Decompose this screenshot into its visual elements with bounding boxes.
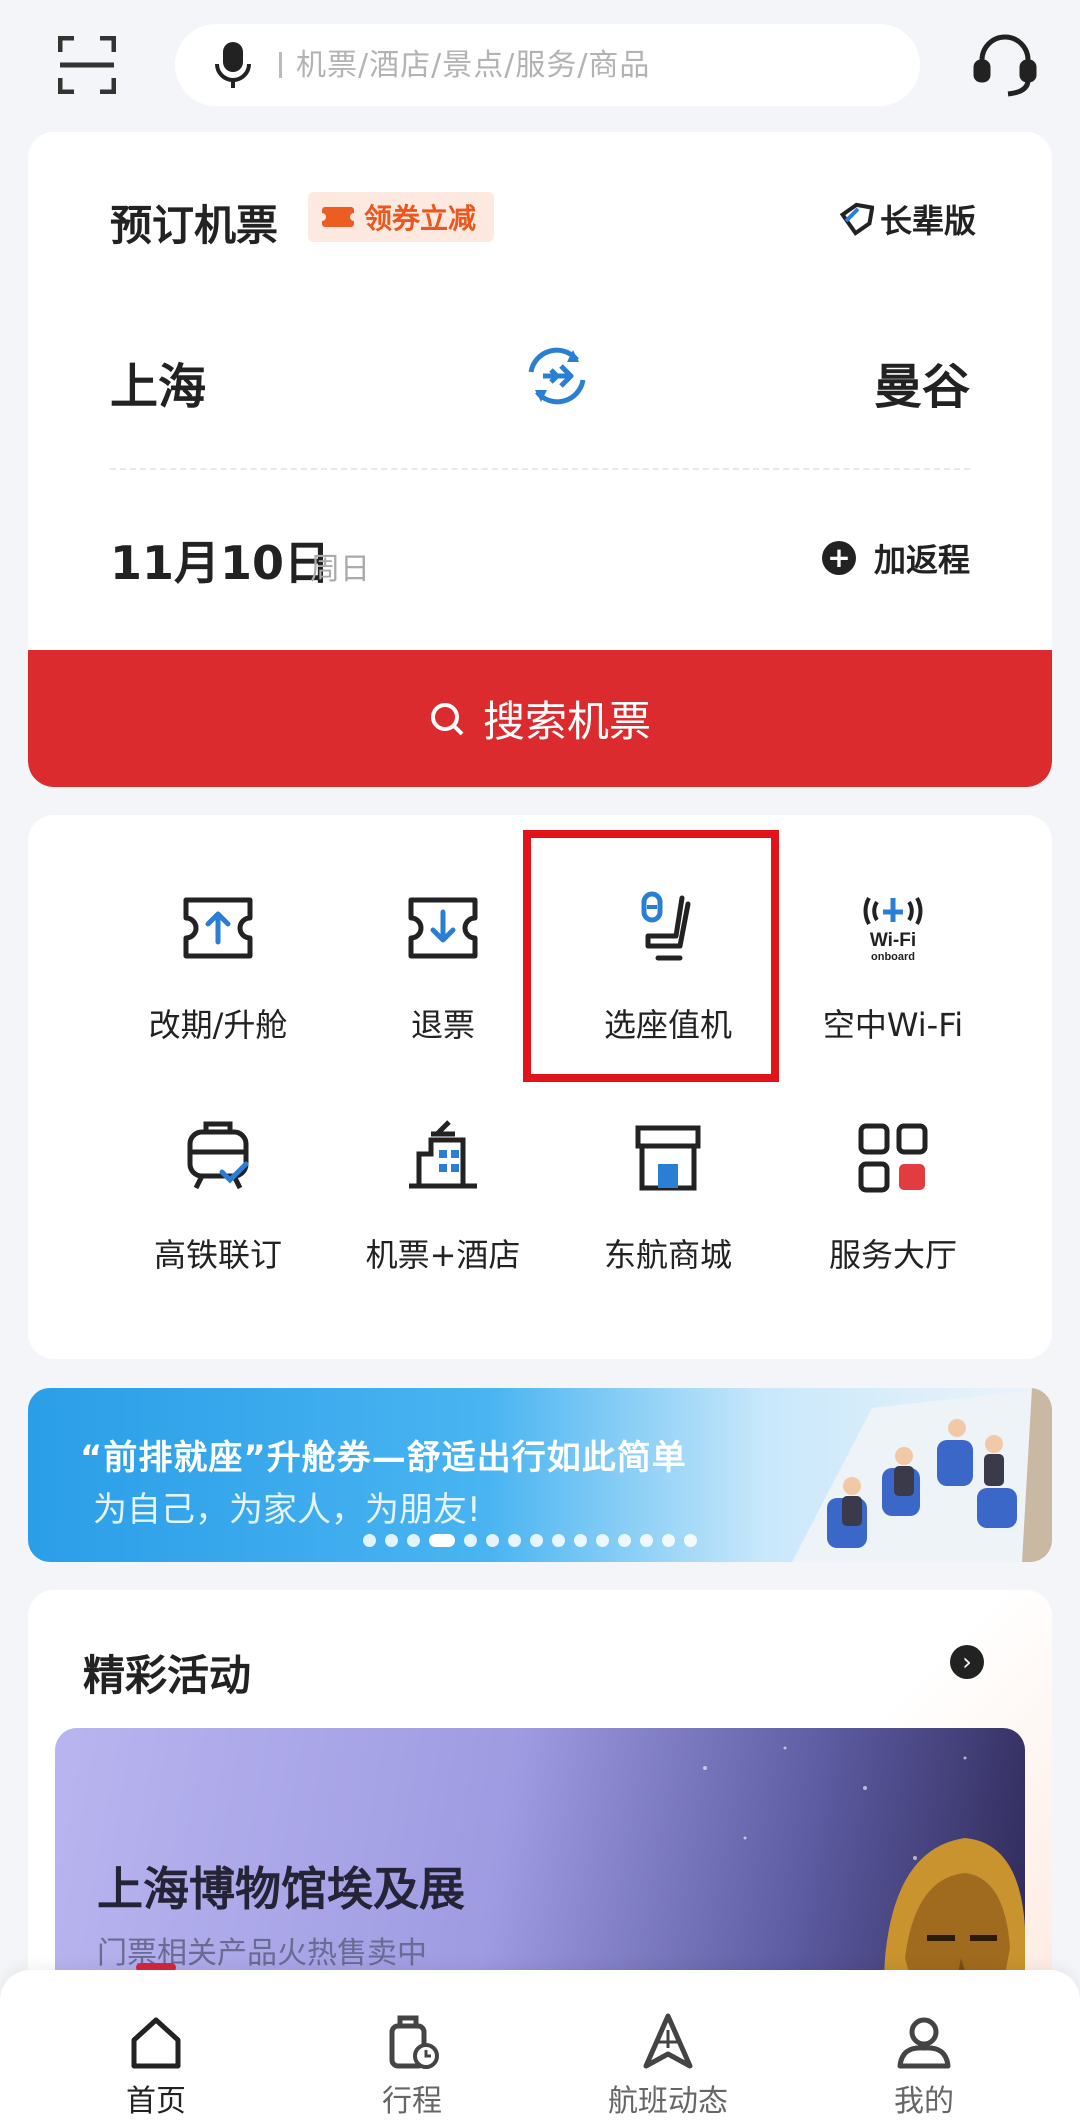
search-icon xyxy=(430,702,464,735)
carousel-dot[interactable] xyxy=(530,1534,543,1547)
nav-flight-status[interactable]: 航班动态 xyxy=(578,2012,758,2120)
service-label: 高铁联订 xyxy=(153,1236,282,1274)
nav-trips[interactable]: 行程 xyxy=(322,2012,502,2120)
carousel-dot[interactable] xyxy=(407,1534,420,1547)
carousel-dot[interactable] xyxy=(640,1534,653,1547)
swap-cities-icon[interactable] xyxy=(523,342,591,410)
service-wifi[interactable]: Wi-Fi onboard 空中Wi-Fi xyxy=(783,890,1003,1046)
activities-title: 精彩活动 xyxy=(83,1651,252,1700)
plus-icon: + xyxy=(821,541,856,575)
chevron-right-icon[interactable]: › xyxy=(950,1645,984,1679)
nav-label: 行程 xyxy=(382,2084,442,2119)
search-flights-label: 搜索机票 xyxy=(482,697,651,746)
departure-date[interactable]: 11月10日 xyxy=(110,527,330,593)
departure-city[interactable]: 上海 xyxy=(110,347,206,417)
service-hall[interactable]: 服务大厅 xyxy=(783,1120,1003,1276)
flight-booking-card: 预订机票 领券立减 长辈版 上海 曼谷 11月10日 周日 + 加返程 搜索机票 xyxy=(28,132,1052,787)
banner-subtitle: 为自己，为家人，为朋友! xyxy=(93,1490,481,1530)
nav-label: 航班动态 xyxy=(608,2084,728,2119)
wifi-onboard-icon: Wi-Fi onboard xyxy=(863,897,923,963)
carousel-dot[interactable] xyxy=(574,1534,587,1547)
hotel-icon xyxy=(409,1120,477,1189)
service-label: 东航商城 xyxy=(603,1236,732,1274)
nav-profile[interactable]: 我的 xyxy=(834,2012,1014,2120)
train-icon xyxy=(187,1121,249,1190)
service-label: 空中Wi-Fi xyxy=(822,1006,964,1044)
top-bar xyxy=(0,0,1080,130)
service-shop[interactable]: 东航商城 xyxy=(558,1120,778,1276)
luggage-icon xyxy=(389,2015,439,2069)
wifi-text: Wi-Fi xyxy=(870,930,916,951)
departure-weekday: 周日 xyxy=(310,552,370,587)
carousel-dot[interactable] xyxy=(429,1534,455,1547)
microphone-icon[interactable] xyxy=(213,40,253,90)
carousel-dot[interactable] xyxy=(464,1534,477,1547)
flight-status-icon xyxy=(643,2013,693,2069)
booking-title: 预订机票 xyxy=(110,201,279,250)
carousel-dot[interactable] xyxy=(552,1534,565,1547)
elder-mode-label: 长辈版 xyxy=(879,202,976,240)
service-change-upgrade[interactable]: 改期/升舱 xyxy=(108,890,328,1046)
search-flights-button[interactable]: 搜索机票 xyxy=(28,650,1052,787)
onboard-text: onboard xyxy=(871,951,915,963)
tag-icon xyxy=(839,202,874,236)
carousel-dot[interactable] xyxy=(662,1534,675,1547)
bottom-navigation: 首页 行程 航班动态 我的 xyxy=(0,1970,1080,2120)
carousel-dot[interactable] xyxy=(684,1534,697,1547)
scan-icon[interactable] xyxy=(58,36,116,94)
banner-title: “前排就座”升舱券—舒适出行如此简单 xyxy=(80,1438,687,1478)
promo-banner[interactable]: “前排就座”升舱券—舒适出行如此简单 为自己，为家人，为朋友! xyxy=(28,1388,1052,1562)
carousel-dots xyxy=(363,1534,697,1547)
add-return-label: 加返程 xyxy=(873,541,970,579)
service-label: 服务大厅 xyxy=(828,1236,957,1274)
service-label: 改期/升舱 xyxy=(148,1006,288,1044)
search-bar[interactable] xyxy=(175,24,920,106)
highlight-annotation xyxy=(523,830,779,1082)
carousel-dot[interactable] xyxy=(508,1534,521,1547)
home-icon xyxy=(131,2017,181,2069)
elder-mode-button[interactable]: 长辈版 xyxy=(838,196,976,242)
shop-icon xyxy=(635,1125,701,1191)
carousel-dot[interactable] xyxy=(363,1534,376,1547)
service-train[interactable]: 高铁联订 xyxy=(108,1120,328,1276)
promo-title: 上海博物馆埃及展 xyxy=(97,1862,465,1916)
cabin-illustration xyxy=(792,1388,1052,1562)
ticket-refund-icon xyxy=(408,897,478,959)
grid-icon xyxy=(858,1123,928,1193)
nav-label: 我的 xyxy=(894,2084,954,2119)
service-label: 机票+酒店 xyxy=(365,1236,521,1274)
coupon-icon xyxy=(318,207,358,227)
profile-icon xyxy=(897,2017,951,2069)
carousel-dot[interactable] xyxy=(385,1534,398,1547)
service-flight-hotel[interactable]: 机票+酒店 xyxy=(333,1120,553,1276)
text-cursor xyxy=(279,52,282,78)
nav-label: 首页 xyxy=(126,2084,186,2119)
nav-home[interactable]: 首页 xyxy=(66,2012,246,2120)
divider xyxy=(110,468,970,470)
coupon-label: 领券立减 xyxy=(364,202,477,235)
arrival-city[interactable]: 曼谷 xyxy=(874,347,970,417)
service-refund[interactable]: 退票 xyxy=(333,890,553,1046)
carousel-dot[interactable] xyxy=(486,1534,499,1547)
service-label: 退票 xyxy=(410,1006,475,1044)
customer-service-icon[interactable] xyxy=(970,30,1040,100)
search-input[interactable] xyxy=(296,47,856,83)
add-return-button[interactable]: + 加返程 xyxy=(821,535,970,581)
ticket-upgrade-icon xyxy=(183,897,253,959)
carousel-dot[interactable] xyxy=(596,1534,609,1547)
coupon-badge[interactable]: 领券立减 xyxy=(308,192,495,242)
carousel-dot[interactable] xyxy=(618,1534,631,1547)
